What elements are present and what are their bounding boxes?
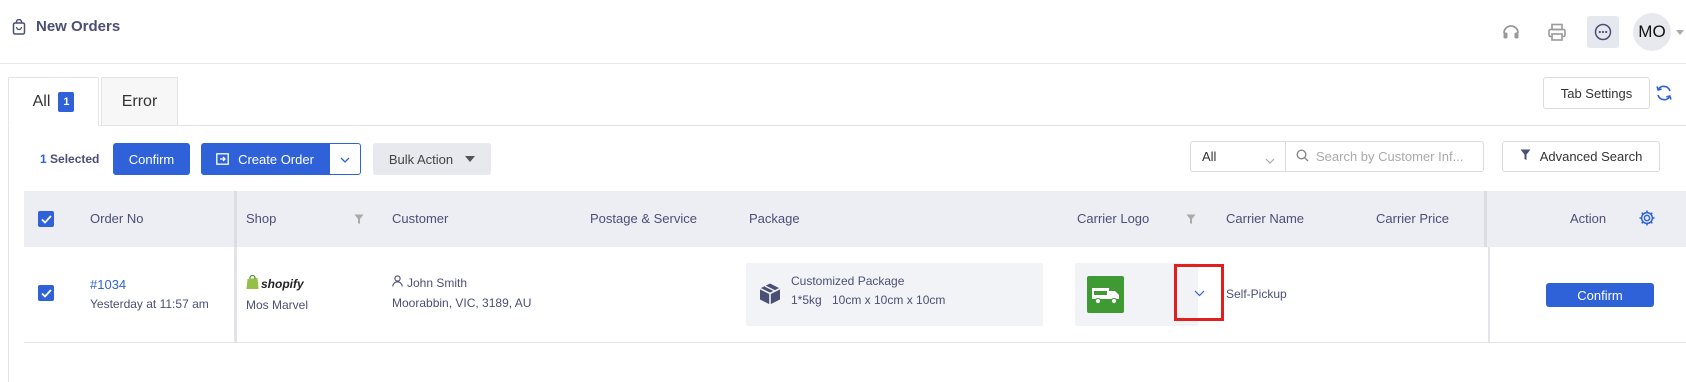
chevron-down-icon [340,150,350,168]
action-column-divider [1488,247,1490,343]
column-header-carrier-name[interactable]: Carrier Name [1226,191,1304,247]
page-title: New Orders [36,18,121,35]
package-name: Customized Package [791,274,905,288]
filter-icon [1520,149,1531,164]
chevron-down-icon [1194,284,1205,302]
advanced-search-button[interactable]: Advanced Search [1502,141,1660,172]
create-order-dropdown[interactable] [329,143,361,175]
selected-count-label: Selected [50,152,100,166]
user-icon [392,275,403,290]
row-checkbox[interactable] [38,285,54,301]
column-header-action: Action [1570,211,1607,226]
selected-count-number: 1 [40,152,47,166]
order-number-link[interactable]: #1034 [90,277,126,292]
column-header-carrier-logo[interactable]: Carrier Logo [1077,191,1149,247]
shop-name: Mos Marvel [246,298,309,312]
top-icons: MO [1481,13,1686,51]
printer-icon[interactable] [1541,16,1573,48]
advanced-search-label: Advanced Search [1539,149,1643,164]
customer-address: Moorabbin, VIC, 3189, AU [392,296,532,310]
column-settings-gear-icon[interactable] [1638,209,1656,232]
page-title-group: New Orders [12,18,120,35]
tab-all[interactable]: All 1 [8,77,99,126]
package-dimensions: 10cm x 10cm x 10cm [832,293,946,307]
avatar[interactable]: MO [1633,13,1671,51]
frozen-column-divider [234,191,237,247]
select-all-checkbox[interactable] [38,211,54,227]
customer-name-group: John Smith [392,275,467,290]
bulk-action-label: Bulk Action [388,151,454,167]
confirm-button[interactable]: Confirm [113,143,190,175]
order-time: Yesterday at 11:57 am [90,297,209,311]
create-order-button[interactable]: Create Order [201,143,329,175]
search-input[interactable]: Search by Customer Inf... [1285,141,1484,172]
selected-count: 1 Selected [40,152,99,166]
caret-down-icon [465,156,476,162]
headset-icon[interactable] [1495,16,1527,48]
carrier-name: Self-Pickup [1226,287,1287,301]
filter-select[interactable]: All [1190,141,1285,172]
column-header-order-no[interactable]: Order No [90,191,143,247]
create-order-icon [216,153,229,165]
search-placeholder: Search by Customer Inf... [1316,149,1464,164]
row-confirm-button[interactable]: Confirm [1546,283,1654,307]
carrier-logo-filter-icon[interactable] [1186,212,1196,230]
shopify-bag-icon [246,274,259,293]
column-header-carrier-price[interactable]: Carrier Price [1376,191,1449,247]
chevron-down-icon [1265,152,1275,167]
tab-error-label: Error [121,92,158,110]
carrier-select-dropdown[interactable] [1174,264,1224,321]
tab-all-badge: 1 [58,91,75,112]
avatar-caret-icon[interactable] [1676,29,1684,35]
chat-icon[interactable] [1587,16,1619,48]
shop-platform-name: shopify [261,277,304,291]
customer-name: John Smith [407,275,468,290]
create-order-split-button: Create Order [201,143,361,175]
frozen-column-divider [234,247,237,343]
package-qty-weight: 1*5kg [791,293,822,307]
column-header-customer[interactable]: Customer [392,191,448,247]
action-column-divider [1484,191,1487,247]
tab-settings-button[interactable]: Tab Settings [1543,77,1650,109]
bulk-action-button[interactable]: Bulk Action [373,143,491,175]
column-header-shop[interactable]: Shop [246,191,276,247]
create-order-label: Create Order [238,151,314,167]
column-header-postage-service[interactable]: Postage & Service [590,191,697,247]
shop-platform: shopify [246,274,304,293]
tab-error[interactable]: Error [101,77,178,126]
refresh-icon[interactable] [1654,83,1674,103]
tab-all-label: All [32,92,51,110]
filter-select-value: All [1202,149,1217,164]
shop-filter-icon[interactable] [354,212,364,230]
search-icon [1296,148,1309,165]
carrier-truck-logo [1087,276,1124,313]
bag-icon [12,18,26,35]
package-box-icon [758,282,782,311]
column-header-package[interactable]: Package [749,191,800,247]
package-card: Customized Package 1*5kg 10cm x 10cm x 1… [746,263,1043,326]
table-header: Order No Shop Customer Postage & Service… [24,191,1686,247]
top-bar: New Orders MO [0,0,1686,64]
table-row[interactable]: #1034 Yesterday at 11:57 am shopify Mos … [24,247,1686,343]
